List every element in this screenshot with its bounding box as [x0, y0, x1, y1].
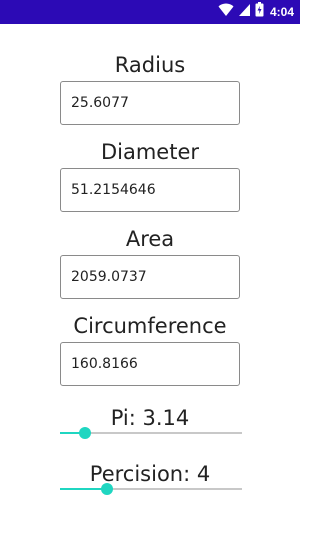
diameter-label: Diameter: [100, 140, 200, 164]
status-time: 4:04: [269, 5, 294, 19]
circumference-input[interactable]: [60, 342, 240, 386]
pi-slider[interactable]: [60, 423, 242, 443]
diameter-input[interactable]: [60, 168, 240, 212]
pi-slider-thumb[interactable]: [79, 427, 92, 439]
status-bar: 4:04: [0, 0, 300, 24]
battery-charging-icon: [255, 2, 264, 22]
precision-slider-fill: [60, 488, 108, 490]
area-label: Area: [125, 227, 175, 251]
status-icons: 4:04: [218, 2, 294, 22]
precision-slider-thumb[interactable]: [101, 483, 114, 495]
radius-input[interactable]: [60, 81, 240, 125]
circumference-label: Circumference: [73, 314, 227, 338]
signal-icon: [238, 3, 251, 22]
wifi-icon: [218, 3, 234, 22]
precision-slider[interactable]: [60, 479, 242, 499]
area-input[interactable]: [60, 255, 240, 299]
radius-label: Radius: [114, 53, 186, 77]
